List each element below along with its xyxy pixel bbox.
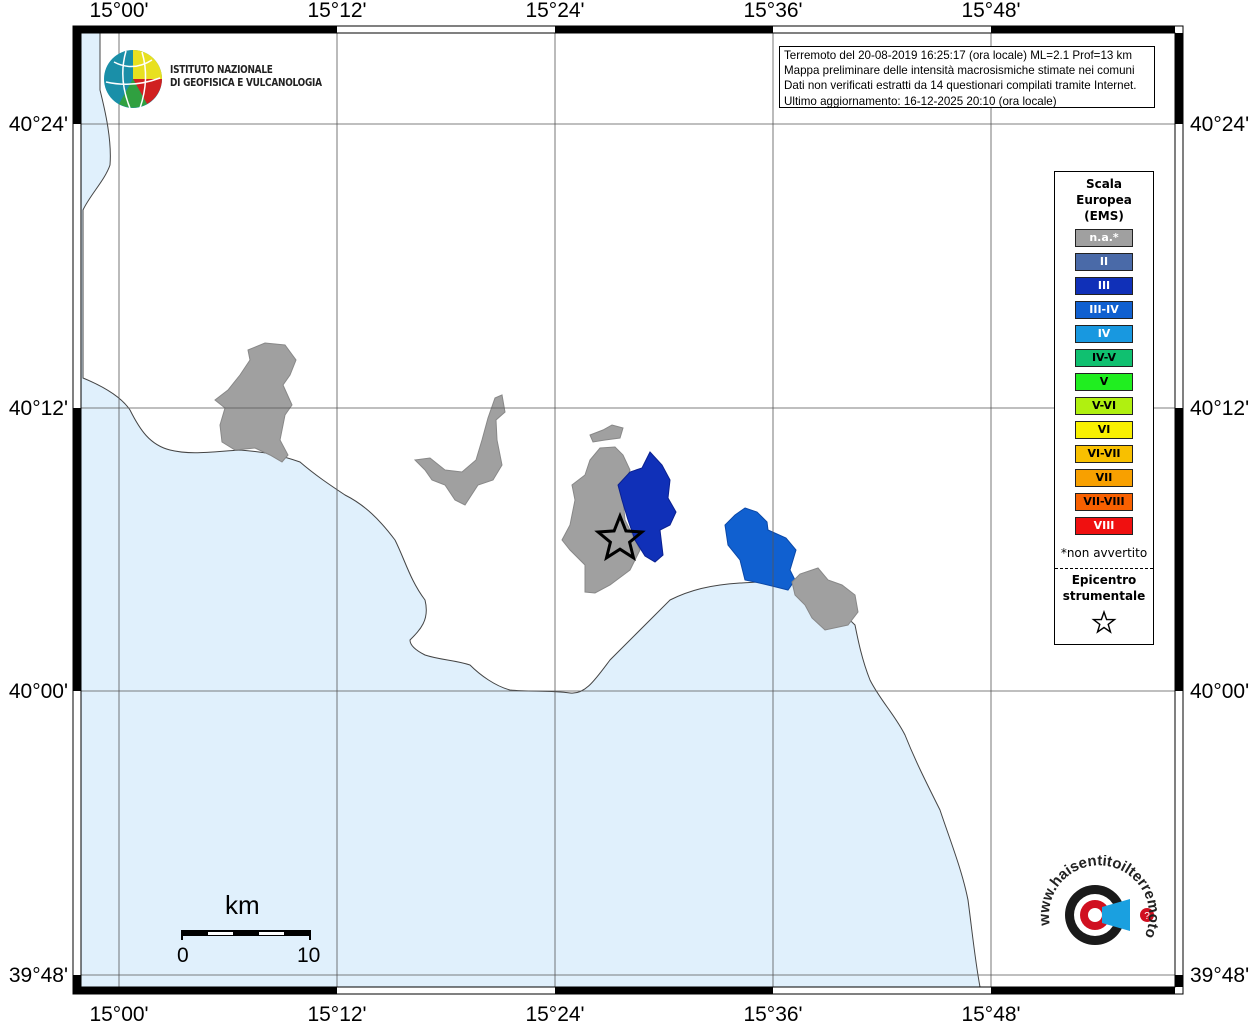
haisentito-logo: ? www.haisentitoilterremoto.it [1030, 855, 1162, 945]
legend-swatch: II [1075, 253, 1133, 271]
lon-label-top-5: 15°48' [961, 0, 1020, 22]
legend-swatch: III-IV [1075, 301, 1133, 319]
lat-label-left-1: 40°24' [9, 113, 68, 136]
legend-swatch: n.a.* [1075, 229, 1133, 247]
lat-label-left-3: 40°00' [9, 680, 68, 703]
event-info-line1: Terremoto del 20-08-2019 16:25:17 (ora l… [784, 49, 1133, 62]
globe-icon [104, 50, 162, 109]
scale-unit: km [225, 890, 260, 920]
lat-label-right-4: 39°48' [1190, 964, 1249, 987]
scale-bar: km 0 10 [175, 890, 325, 970]
legend-swatch: V [1075, 373, 1133, 391]
scale-end: 10 [297, 944, 321, 967]
lon-label-bottom-2: 15°12' [307, 1003, 366, 1024]
legend-swatch: VI [1075, 421, 1133, 439]
event-info-line4: Ultimo aggiornamento: 16-12-2025 20:10 (… [784, 94, 1057, 108]
legend-swatch: V-VI [1075, 397, 1133, 415]
event-info-line2: Mappa preliminare delle intensità macros… [784, 64, 1135, 78]
legend-swatch: VII-VIII [1075, 493, 1133, 511]
legend-swatch: VIII [1075, 517, 1133, 535]
ems-legend: Scala Europea (EMS) n.a.* II III III-IV IV IV… [1054, 171, 1154, 645]
legend-swatch: VII [1075, 469, 1133, 487]
legend-title: Scala Europea (EMS) [1076, 177, 1132, 223]
lat-label-right-3: 40°00' [1190, 680, 1249, 703]
lon-label-top-3: 15°24' [525, 0, 584, 22]
ingv-name-line2: DI GEOFISICA E VULCANOLOGIA [170, 77, 322, 89]
event-info-line3: Dati non verificati estratti da 14 quest… [784, 79, 1137, 93]
lat-label-right-2: 40°12' [1190, 397, 1249, 420]
event-info-box: Terremoto del 20-08-2019 16:25:17 (ora l… [779, 46, 1155, 108]
lon-label-top-1: 15°00' [89, 0, 148, 22]
legend-swatch: IV-V [1075, 349, 1133, 367]
legend-swatch: III [1075, 277, 1133, 295]
legend-star-icon [1091, 610, 1117, 634]
legend-swatch: IV [1075, 325, 1133, 343]
ingv-logo: ISTITUTO NAZIONALE DI GEOFISICA E VULCAN… [100, 46, 330, 110]
lat-label-left-2: 40°12' [9, 397, 68, 420]
scale-start: 0 [177, 944, 189, 967]
lon-label-bottom-4: 15°36' [743, 1003, 802, 1024]
lon-label-bottom-3: 15°24' [525, 1003, 584, 1024]
legend-swatch: VI-VII [1075, 445, 1133, 463]
legend-divider [1055, 568, 1153, 569]
lon-label-top-2: 15°12' [307, 0, 366, 22]
ingv-name: ISTITUTO NAZIONALE DI GEOFISICA E VULCAN… [170, 64, 322, 90]
lon-label-bottom-1: 15°00' [89, 1003, 148, 1024]
ingv-name-line1: ISTITUTO NAZIONALE [170, 64, 273, 76]
lon-label-top-4: 15°36' [743, 0, 802, 22]
lat-label-left-4: 39°48' [9, 964, 68, 987]
legend-non-avvertito: *non avvertito [1060, 546, 1148, 560]
lon-label-bottom-5: 15°48' [961, 1003, 1020, 1024]
scale-bar-graphic [181, 930, 311, 940]
legend-epicenter-title: Epicentro strumentale [1062, 573, 1146, 603]
lat-label-right-1: 40°24' [1190, 113, 1249, 136]
